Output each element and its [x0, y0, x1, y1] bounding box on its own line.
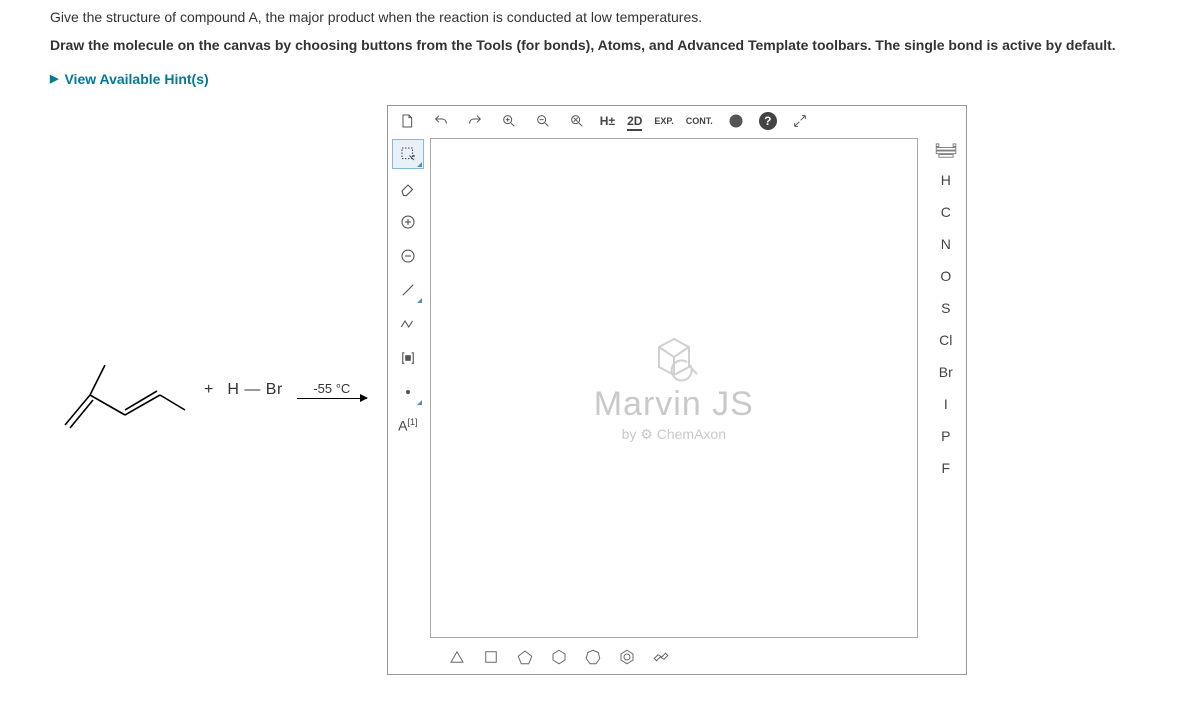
expand-button[interactable]: EXP.: [654, 116, 673, 126]
cycloheptane-template[interactable]: [582, 646, 604, 668]
top-toolbar: H± 2D EXP. CONT. i ?: [388, 106, 966, 136]
atom-c[interactable]: C: [932, 200, 960, 224]
chair-template[interactable]: [650, 646, 672, 668]
eraser-tool[interactable]: [393, 174, 423, 202]
atom-h[interactable]: H: [932, 168, 960, 192]
help-icon[interactable]: ?: [759, 112, 777, 130]
drawing-canvas[interactable]: Marvin JS by ⚙ ChemAxon: [430, 138, 918, 638]
benzene-template[interactable]: [616, 646, 638, 668]
atom-o[interactable]: O: [932, 264, 960, 288]
atom-p[interactable]: P: [932, 424, 960, 448]
contract-button[interactable]: CONT.: [686, 116, 713, 126]
periodic-table-icon[interactable]: [934, 142, 958, 160]
hints-label: View Available Hint(s): [64, 71, 208, 87]
atom-br[interactable]: Br: [932, 360, 960, 384]
left-toolbar: A[1]: [388, 136, 428, 640]
charge-plus-tool[interactable]: [393, 208, 423, 236]
undo-icon[interactable]: [430, 110, 452, 132]
bracket-tool[interactable]: [393, 344, 423, 372]
chain-tool[interactable]: [393, 310, 423, 338]
atom-toolbar: H C N O S Cl Br I P F: [926, 136, 966, 640]
molecule-editor: H± 2D EXP. CONT. i ?: [387, 105, 967, 675]
cyclopropane-template[interactable]: [446, 646, 468, 668]
charge-minus-tool[interactable]: [393, 242, 423, 270]
fullscreen-icon[interactable]: [789, 110, 811, 132]
atom-cl[interactable]: Cl: [932, 328, 960, 352]
atom-n[interactable]: N: [932, 232, 960, 256]
info-icon[interactable]: i: [725, 110, 747, 132]
instruction-text: Draw the molecule on the canvas by choos…: [50, 36, 1180, 56]
new-document-icon[interactable]: [396, 110, 418, 132]
reaction-arrow: -55 °C: [297, 381, 367, 399]
view-hints-toggle[interactable]: ▶ View Available Hint(s): [50, 71, 209, 87]
cyclohexane-template[interactable]: [548, 646, 570, 668]
question-text: Give the structure of compound A, the ma…: [50, 8, 1180, 28]
marvin-watermark: Marvin JS by ⚙ ChemAxon: [594, 332, 754, 443]
atom-i[interactable]: I: [932, 392, 960, 416]
reaction-scheme: + H — Br -55 °C: [50, 335, 367, 445]
template-toolbar: [388, 640, 966, 674]
cyclopentane-template[interactable]: [514, 646, 536, 668]
atom-s[interactable]: S: [932, 296, 960, 320]
plus-sign: +: [204, 381, 213, 399]
temperature-label: -55 °C: [313, 381, 350, 396]
reagent-hbr: H — Br: [227, 381, 282, 399]
single-bond-tool[interactable]: [393, 276, 423, 304]
diene-structure: [50, 335, 190, 445]
redo-icon[interactable]: [464, 110, 486, 132]
atom-f[interactable]: F: [932, 456, 960, 480]
abbreviation-tool[interactable]: A[1]: [393, 412, 423, 440]
zoom-fit-icon[interactable]: [566, 110, 588, 132]
zoom-out-icon[interactable]: [532, 110, 554, 132]
zoom-in-icon[interactable]: [498, 110, 520, 132]
caret-right-icon: ▶: [50, 72, 58, 85]
selection-tool[interactable]: [393, 140, 423, 168]
cyclobutane-template[interactable]: [480, 646, 502, 668]
two-d-clean-button[interactable]: 2D: [627, 114, 642, 128]
radical-tool[interactable]: [393, 378, 423, 406]
hydrogen-display-button[interactable]: H±: [600, 114, 615, 128]
